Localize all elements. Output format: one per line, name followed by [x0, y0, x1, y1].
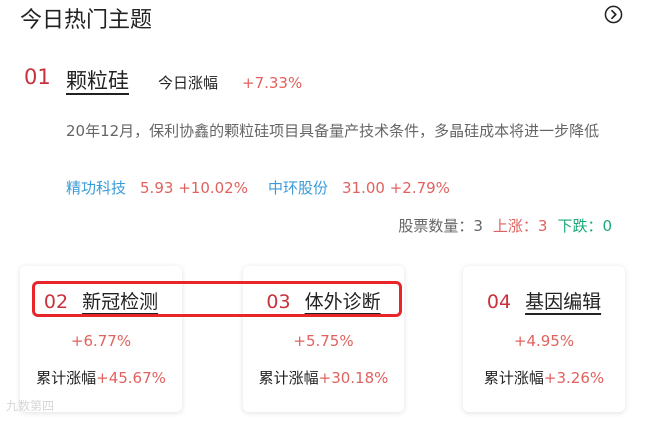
watermark: 九数第四 [6, 399, 55, 413]
topic-card[interactable]: 02 新冠检测 +6.77% 累计涨幅+45.67% [20, 266, 182, 412]
featured-rank: 01 [24, 65, 51, 89]
topic-card-name[interactable]: 体外诊断 [305, 291, 381, 313]
featured-description: 20年12月，保利协鑫的颗粒硅项目具备量产技术条件，多晶硅成本将进一步降低 [66, 122, 600, 140]
topic-card[interactable]: 04 基因编辑 +4.95% 累计涨幅+3.26% [463, 266, 625, 412]
featured-topic-link[interactable]: 颗粒硅 [66, 68, 129, 94]
cumulative-change-label: 累计涨幅 [483, 369, 544, 387]
stock-count-value: 3 [473, 217, 483, 235]
topic-card-change: +5.75% [293, 332, 354, 350]
cumulative-change-label: 累计涨幅 [36, 369, 97, 387]
topic-card-name[interactable]: 基因编辑 [525, 291, 601, 313]
topic-card-name[interactable]: 新冠检测 [82, 291, 158, 313]
page-title: 今日热门主题 [20, 8, 153, 33]
stock-stats: 股票数量：3 上涨：3 下跌：0 [398, 215, 612, 237]
cumulative-change-label: 累计涨幅 [258, 369, 319, 387]
topic-card-change: +4.95% [513, 332, 575, 350]
topic-card-rank: 04 [486, 291, 512, 313]
topic-card[interactable]: 03 体外诊断 +5.75% 累计涨幅+30.18% [243, 266, 404, 412]
stock-price: 5.93 [140, 179, 174, 197]
stock-change: +10.02% [178, 179, 248, 197]
down-count-value: 0 [602, 217, 612, 235]
topic-card-rank: 02 [43, 291, 69, 313]
chevron-right-circle-icon[interactable] [604, 5, 623, 24]
featured-change-value: +7.33% [242, 74, 303, 92]
stock-price: 31.00 [341, 179, 385, 197]
topic-card-change: +6.77% [70, 332, 132, 350]
stock-link[interactable]: 中环股份 [268, 179, 328, 197]
stock-link[interactable]: 精功科技 [66, 179, 126, 197]
stock-count-label: 股票数量： [398, 217, 474, 235]
cumulative-change-value: +30.18% [318, 369, 389, 387]
featured-change-label: 今日涨幅 [158, 74, 219, 92]
featured-stock-list: 精功科技 5.93 +10.02% 中环股份 31.00 +2.79% [66, 177, 450, 199]
topic-card-rank: 03 [266, 291, 291, 313]
up-count-label: 上涨： [492, 217, 538, 235]
cumulative-change-value: +3.26% [543, 369, 605, 387]
cumulative-change-value: +45.67% [96, 369, 166, 387]
up-count-value: 3 [537, 217, 548, 235]
stock-change: +2.79% [389, 179, 450, 197]
down-count-label: 下跌： [557, 217, 603, 235]
